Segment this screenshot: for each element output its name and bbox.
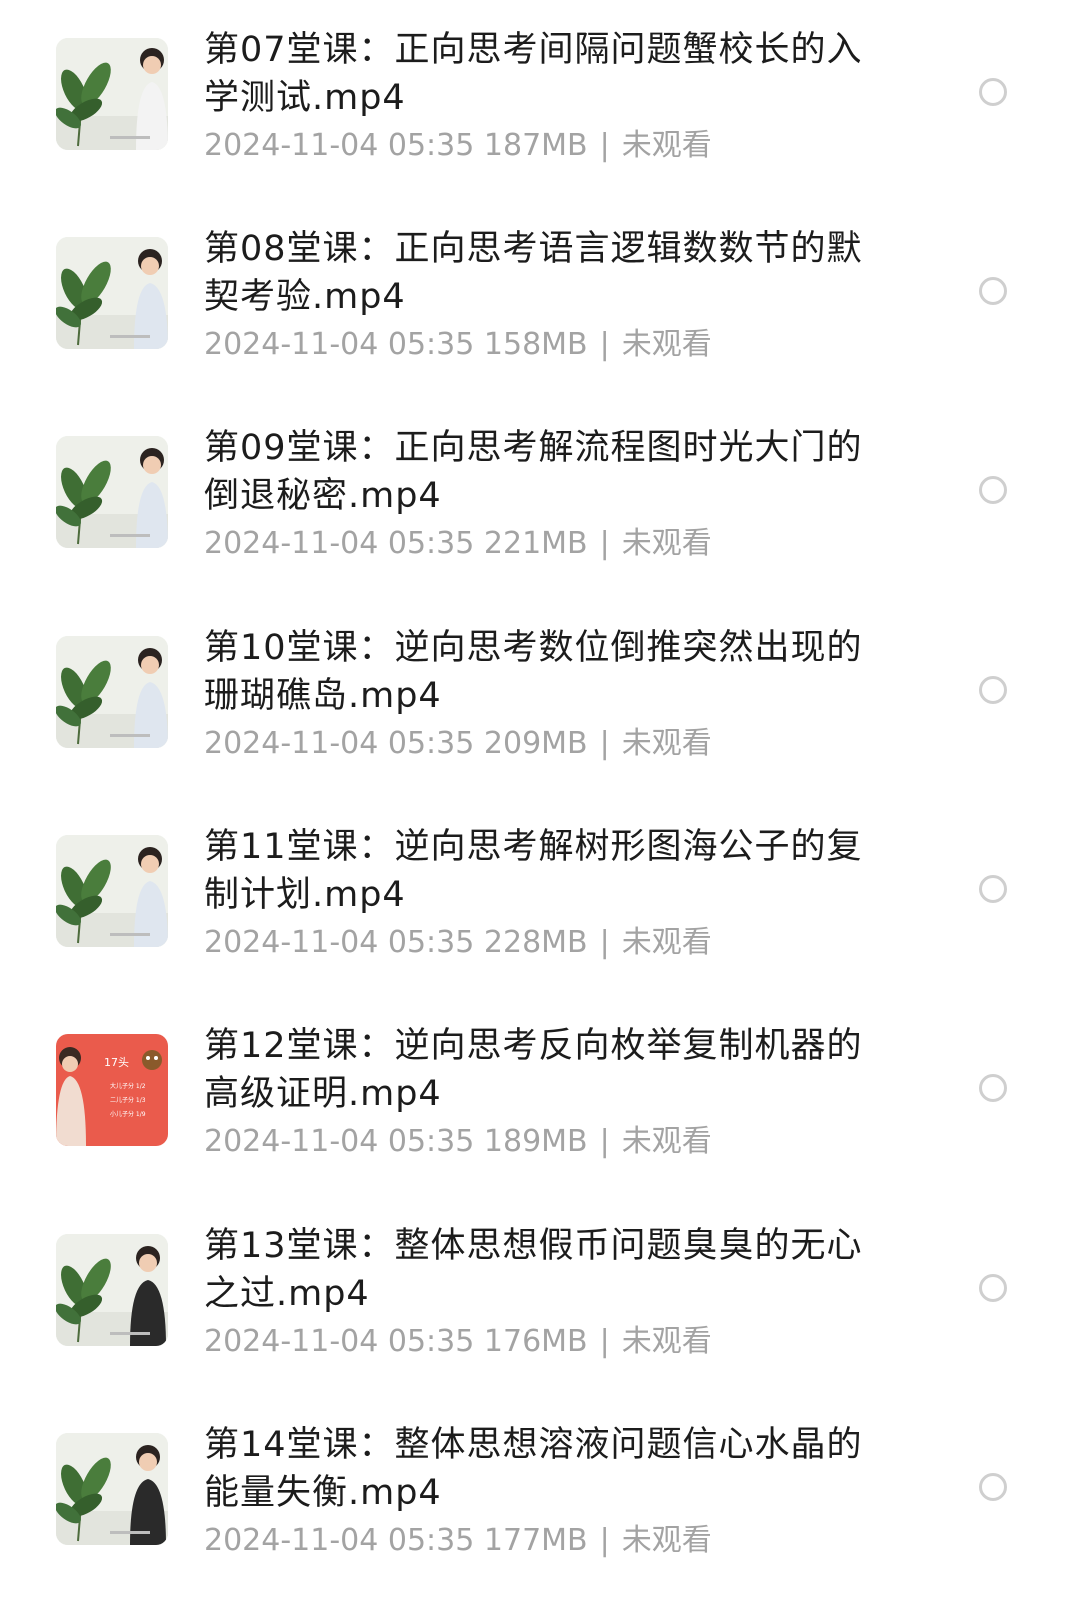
watch-status: 未观看 [621, 1324, 712, 1359]
meta-separator: | [599, 1124, 610, 1159]
select-radio-button[interactable] [979, 875, 1007, 903]
file-name: 第12堂课：逆向思考反向枚举复制机器的高级证明.mp4 [204, 1026, 863, 1114]
file-list-item[interactable]: 第13堂课：整体思想假币问题臭臭的无心之过.mp4 2024-11-04 05:… [0, 1196, 1080, 1396]
file-size: 158MB [483, 327, 588, 362]
teacher-plant-thumbnail-icon [56, 835, 168, 947]
thumb-slide-heading: 17头 [104, 1056, 129, 1069]
file-date: 2024-11-04 05:35 [204, 1124, 475, 1159]
file-date: 2024-11-04 05:35 [204, 327, 475, 362]
watch-status: 未观看 [621, 327, 712, 362]
watch-status: 未观看 [621, 1523, 712, 1558]
file-meta: 2024-11-04 05:35 189MB | 未观看 [204, 1122, 904, 1162]
teacher-plant-thumbnail-icon [56, 436, 168, 548]
file-name: 第14堂课：整体思想溶液问题信心水晶的能量失衡.mp4 [204, 1425, 863, 1513]
watch-status: 未观看 [621, 128, 712, 163]
watch-status: 未观看 [621, 526, 712, 561]
thumb-slide-line: 小儿子分 1/9 [110, 1110, 146, 1118]
watch-status: 未观看 [621, 726, 712, 761]
teacher-plant-thumbnail-icon [56, 636, 168, 748]
video-thumbnail: 17头 大儿子分 1/2 二儿子分 1/3 小儿子分 1/9 [56, 1034, 168, 1146]
video-thumbnail [56, 636, 168, 748]
file-date: 2024-11-04 05:35 [204, 925, 475, 960]
watch-status: 未观看 [621, 1124, 712, 1159]
file-date: 2024-11-04 05:35 [204, 128, 475, 163]
file-meta: 2024-11-04 05:35 177MB | 未观看 [204, 1521, 904, 1561]
teacher-plant-thumbnail-icon [56, 1234, 168, 1346]
meta-separator: | [599, 128, 610, 163]
video-file-list: 第07堂课：正向思考间隔问题蟹校长的入学测试.mp4 2024-11-04 05… [0, 0, 1080, 1612]
select-radio-button[interactable] [979, 1074, 1007, 1102]
select-radio-button[interactable] [979, 78, 1007, 106]
select-radio-button[interactable] [979, 676, 1007, 704]
file-list-item[interactable]: 第14堂课：整体思想溶液问题信心水晶的能量失衡.mp4 2024-11-04 0… [0, 1395, 1080, 1595]
file-name: 第08堂课：正向思考语言逻辑数数节的默契考验.mp4 [204, 229, 863, 317]
meta-separator: | [599, 726, 610, 761]
file-size: 209MB [483, 726, 588, 761]
select-radio-button[interactable] [979, 277, 1007, 305]
file-name: 第07堂课：正向思考间隔问题蟹校长的入学测试.mp4 [204, 30, 863, 118]
file-meta: 2024-11-04 05:35 158MB | 未观看 [204, 325, 904, 365]
thumb-slide-line: 二儿子分 1/3 [110, 1096, 146, 1104]
file-size: 228MB [483, 925, 588, 960]
watch-status: 未观看 [621, 925, 712, 960]
teacher-plant-thumbnail-icon [56, 237, 168, 349]
file-date: 2024-11-04 05:35 [204, 1324, 475, 1359]
file-list-item[interactable]: 第09堂课：正向思考解流程图时光大门的倒退秘密.mp4 2024-11-04 0… [0, 398, 1080, 598]
video-thumbnail [56, 835, 168, 947]
file-list-item[interactable]: 第10堂课：逆向思考数位倒推突然出现的珊瑚礁岛.mp4 2024-11-04 0… [0, 598, 1080, 798]
meta-separator: | [599, 327, 610, 362]
video-thumbnail [56, 1433, 168, 1545]
meta-separator: | [599, 1324, 610, 1359]
file-size: 176MB [483, 1324, 588, 1359]
file-size: 189MB [483, 1124, 588, 1159]
select-radio-button[interactable] [979, 1274, 1007, 1302]
file-name: 第13堂课：整体思想假币问题臭臭的无心之过.mp4 [204, 1226, 863, 1314]
file-name: 第10堂课：逆向思考数位倒推突然出现的珊瑚礁岛.mp4 [204, 628, 863, 716]
video-thumbnail [56, 237, 168, 349]
red-slide-thumbnail-icon: 17头 大儿子分 1/2 二儿子分 1/3 小儿子分 1/9 [56, 1034, 168, 1146]
meta-separator: | [599, 526, 610, 561]
select-radio-button[interactable] [979, 476, 1007, 504]
file-size: 177MB [483, 1523, 588, 1558]
file-name: 第09堂课：正向思考解流程图时光大门的倒退秘密.mp4 [204, 428, 863, 516]
file-list-item[interactable]: 第11堂课：逆向思考解树形图海公子的复制计划.mp4 2024-11-04 05… [0, 797, 1080, 997]
file-size: 221MB [483, 526, 588, 561]
teacher-plant-thumbnail-icon [56, 1433, 168, 1545]
file-name: 第11堂课：逆向思考解树形图海公子的复制计划.mp4 [204, 827, 863, 915]
video-thumbnail [56, 1234, 168, 1346]
teacher-plant-thumbnail-icon [56, 38, 168, 150]
meta-separator: | [599, 925, 610, 960]
file-date: 2024-11-04 05:35 [204, 526, 475, 561]
select-radio-button[interactable] [979, 1473, 1007, 1501]
file-meta: 2024-11-04 05:35 209MB | 未观看 [204, 724, 904, 764]
video-thumbnail [56, 436, 168, 548]
file-meta: 2024-11-04 05:35 176MB | 未观看 [204, 1322, 904, 1362]
file-size: 187MB [483, 128, 588, 163]
file-meta: 2024-11-04 05:35 221MB | 未观看 [204, 524, 904, 564]
file-meta: 2024-11-04 05:35 228MB | 未观看 [204, 923, 904, 963]
file-list-item[interactable]: 17头 大儿子分 1/2 二儿子分 1/3 小儿子分 1/9 第12堂课：逆向思… [0, 996, 1080, 1196]
file-list-item[interactable]: 第08堂课：正向思考语言逻辑数数节的默契考验.mp4 2024-11-04 05… [0, 199, 1080, 399]
meta-separator: | [599, 1523, 610, 1558]
video-thumbnail [56, 38, 168, 150]
thumb-slide-line: 大儿子分 1/2 [110, 1082, 146, 1090]
file-date: 2024-11-04 05:35 [204, 726, 475, 761]
file-list-item[interactable]: 第07堂课：正向思考间隔问题蟹校长的入学测试.mp4 2024-11-04 05… [0, 0, 1080, 200]
file-meta: 2024-11-04 05:35 187MB | 未观看 [204, 126, 904, 166]
file-date: 2024-11-04 05:35 [204, 1523, 475, 1558]
